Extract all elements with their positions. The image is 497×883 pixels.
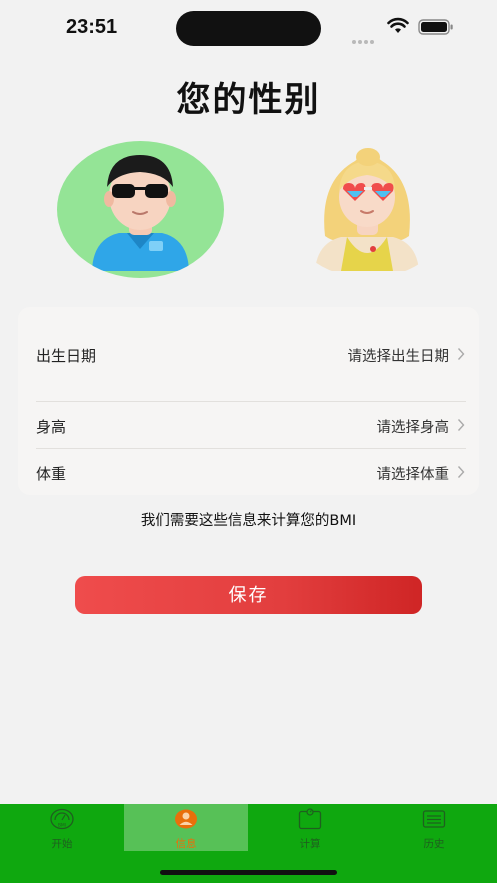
info-form-card: 出生日期 请选择出生日期 身高 请选择身高 体重 请选择体重 bbox=[18, 307, 479, 495]
height-label: 身高 bbox=[36, 418, 67, 436]
status-time: 23:51 bbox=[66, 16, 118, 38]
height-value: 请选择身高 bbox=[376, 420, 450, 436]
divider bbox=[36, 401, 466, 402]
weight-label: 体重 bbox=[36, 465, 67, 483]
chevron-right-icon bbox=[457, 419, 465, 431]
wifi-icon bbox=[387, 17, 409, 33]
tab-start-label: 开始 bbox=[51, 838, 73, 850]
birthdate-value: 请选择出生日期 bbox=[347, 349, 450, 365]
page-title: 您的性别 bbox=[176, 80, 321, 120]
birthdate-label: 出生日期 bbox=[36, 347, 97, 365]
status-bar: 23:51 bbox=[0, 0, 497, 56]
chevron-right-icon bbox=[457, 348, 465, 360]
svg-text:BMI: BMI bbox=[58, 823, 66, 829]
birthdate-row[interactable]: 出生日期 请选择出生日期 bbox=[18, 345, 479, 367]
tab-history-label: 历史 bbox=[423, 838, 445, 850]
height-row[interactable]: 身高 请选择身高 bbox=[18, 416, 479, 438]
dynamic-island bbox=[176, 11, 321, 46]
bmi-hint-text: 我们需要这些信息来计算您的BMI bbox=[140, 513, 357, 529]
tab-info-label: 信息 bbox=[175, 838, 197, 850]
chevron-right-icon bbox=[457, 466, 465, 478]
tab-start[interactable]: BMI 开始 bbox=[0, 804, 124, 851]
bmi-gauge-icon: BMI bbox=[50, 808, 74, 830]
tab-calculate-label: 计算 bbox=[299, 838, 321, 850]
female-avatar-icon bbox=[315, 148, 419, 271]
tab-info[interactable]: 信息 bbox=[124, 804, 248, 851]
male-avatar-option[interactable] bbox=[57, 141, 224, 278]
female-avatar-option[interactable] bbox=[285, 141, 452, 278]
weight-value: 请选择体重 bbox=[376, 467, 450, 483]
weight-row[interactable]: 体重 请选择体重 bbox=[18, 463, 479, 485]
divider bbox=[36, 448, 466, 449]
battery-icon bbox=[418, 19, 453, 35]
male-avatar-icon bbox=[92, 155, 189, 271]
tab-calculate[interactable]: 计算 bbox=[248, 804, 372, 851]
signal-dots-icon bbox=[352, 29, 378, 44]
tab-history[interactable]: 历史 bbox=[372, 804, 496, 851]
home-indicator[interactable] bbox=[160, 870, 337, 875]
history-list-icon bbox=[422, 810, 446, 828]
save-button[interactable]: 保存 bbox=[75, 576, 422, 614]
user-profile-icon bbox=[175, 809, 197, 829]
calculator-icon bbox=[298, 808, 322, 830]
